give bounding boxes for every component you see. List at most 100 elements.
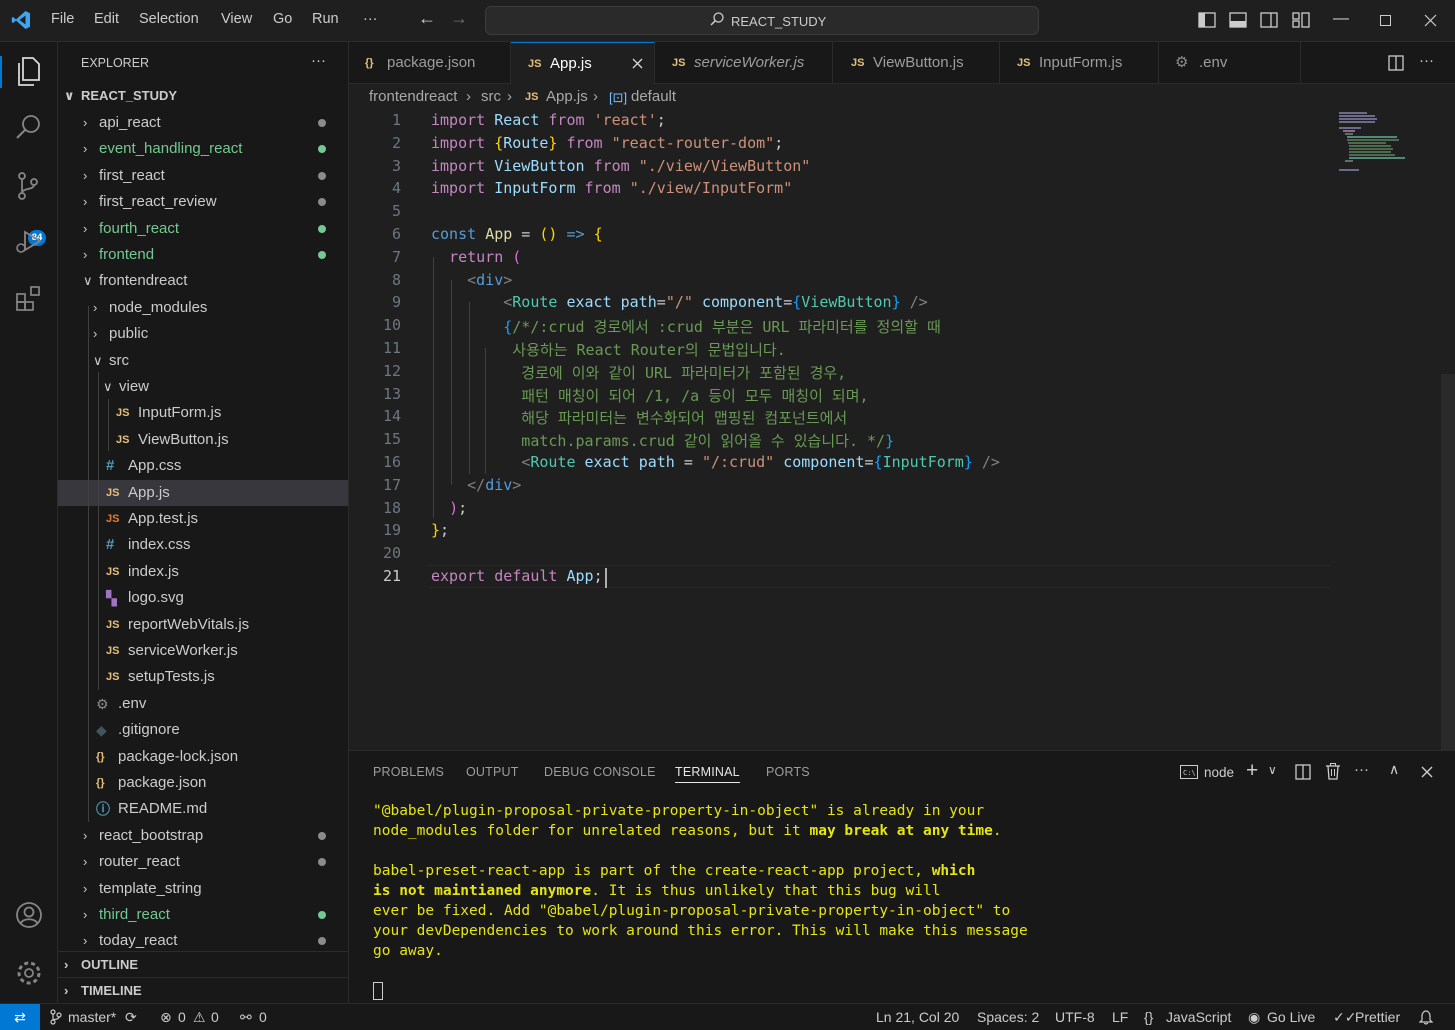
maximize-icon[interactable] [1380,15,1391,26]
end-of-line[interactable]: LF [1112,1009,1128,1025]
back-arrow-icon[interactable]: ← [418,8,436,29]
code-editor[interactable]: 1 2 3 4 5 6 7 8 9 10 11 12 13 14 15 16 17 18 19 20 21 import… [349,110,1455,750]
maximize-panel-icon[interactable]: ∧ [1389,761,1399,778]
panel-tab-terminal[interactable]: TERMINAL [675,765,740,783]
extensions-icon[interactable] [14,284,44,314]
tab-serviceworker-js[interactable]: JS serviceWorker.js [655,42,833,84]
folder-item[interactable]: › fourth_react [58,216,348,242]
cursor-position[interactable]: Ln 21, Col 20 [876,1009,959,1025]
file-item[interactable]: JS setupTests.js [58,664,348,690]
file-item[interactable]: JS ViewButton.js [58,427,348,453]
tab-inputform-js[interactable]: JS InputForm.js [1000,42,1159,84]
source-control-icon[interactable] [14,170,44,200]
errors-count[interactable]: 0 [178,1009,186,1025]
menu-file[interactable]: File [51,11,74,27]
timeline-section[interactable]: › TIMELINE [58,977,348,1003]
outline-section[interactable]: › OUTLINE [58,951,348,977]
close-tab-icon[interactable] [632,58,643,69]
file-item[interactable]: JS App.test.js [58,506,348,532]
minimize-icon[interactable]: — [1333,10,1349,28]
folder-item[interactable]: ∨ frontendreact [58,268,348,294]
tab-package-json[interactable]: {} package.json [349,42,511,84]
settings-gear-icon[interactable] [14,958,44,988]
notifications-bell-icon[interactable] [1419,1009,1433,1025]
folder-item[interactable]: › node_modules [58,295,348,321]
file-item[interactable]: {} package.json [58,770,348,796]
breadcrumb-sub[interactable]: src [481,88,501,105]
folder-item[interactable]: › template_string [58,876,348,902]
panel-tab-output[interactable]: OUTPUT [466,765,519,779]
editor-more-actions[interactable]: ··· [1419,52,1434,69]
terminal-name[interactable]: node [1204,765,1234,780]
warnings-count[interactable]: 0 [211,1009,219,1025]
explorer-more-actions[interactable]: ··· [311,52,326,69]
file-item[interactable]: JS index.js [58,559,348,585]
menu-selection[interactable]: Selection [139,11,199,27]
new-terminal-plus-icon[interactable]: + [1246,759,1258,783]
folder-item[interactable]: › react_bootstrap [58,823,348,849]
breadcrumb-symbol[interactable]: default [631,88,676,105]
explorer-files-icon[interactable] [14,54,44,86]
git-branch[interactable]: master* [68,1009,116,1025]
folder-item[interactable]: ∨ src [58,348,348,374]
folder-item[interactable]: › first_react_review [58,189,348,215]
menu-edit[interactable]: Edit [94,11,119,27]
go-live-button[interactable]: Go Live [1267,1009,1315,1025]
errors-icon[interactable]: ⊗ [160,1009,172,1026]
toggle-panel-icon[interactable] [1229,12,1247,28]
file-item[interactable]: JS App.js [58,480,348,506]
file-item[interactable]: JS reportWebVitals.js [58,612,348,638]
panel-more-actions[interactable]: ··· [1354,761,1369,778]
panel-tab-ports[interactable]: PORTS [766,765,810,779]
breadcrumb-file[interactable]: App.js [546,88,588,105]
run-debug-icon[interactable] [14,226,44,256]
encoding[interactable]: UTF-8 [1055,1009,1095,1025]
breadcrumb-folder[interactable]: frontendreact [369,88,457,105]
close-window-icon[interactable] [1424,14,1437,27]
file-item[interactable]: {} package-lock.json [58,744,348,770]
menu-more[interactable]: ··· [363,11,378,27]
workspace-root[interactable]: ∨ REACT_STUDY [58,83,348,109]
ports-count[interactable]: 0 [259,1009,267,1025]
file-item[interactable]: JS serviceWorker.js [58,638,348,664]
folder-item[interactable]: › api_react [58,110,348,136]
trash-icon[interactable] [1325,763,1341,780]
split-terminal-icon[interactable] [1295,764,1311,780]
customize-layout-icon[interactable] [1292,12,1310,28]
panel-tab-problems[interactable]: PROBLEMS [373,765,444,779]
file-item[interactable]: JS InputForm.js [58,400,348,426]
split-editor-icon[interactable] [1388,55,1404,71]
folder-item[interactable]: › frontend [58,242,348,268]
language-mode[interactable]: JavaScript [1166,1009,1231,1025]
folder-item[interactable]: › public [58,321,348,347]
folder-item[interactable]: › first_react [58,163,348,189]
vertical-scrollbar[interactable] [1441,374,1455,750]
panel-tab-debug-console[interactable]: DEBUG CONSOLE [544,765,656,779]
indentation[interactable]: Spaces: 2 [977,1009,1039,1025]
search-icon[interactable] [14,112,44,142]
file-item[interactable]: ▚ logo.svg [58,585,348,611]
folder-item[interactable]: ∨ view [58,374,348,400]
tab-viewbutton-js[interactable]: JS ViewButton.js [833,42,1000,84]
folder-item[interactable]: › event_handling_react [58,136,348,162]
ports-icon[interactable]: ⚯ [240,1009,252,1026]
file-item[interactable]: # index.css [58,532,348,558]
tab-app-js[interactable]: JS App.js [511,42,655,85]
menu-run[interactable]: Run [312,11,339,27]
file-item[interactable]: ⚙ .env [58,691,348,717]
menu-go[interactable]: Go [273,11,292,27]
command-center-search[interactable]: REACT_STUDY [485,6,1039,35]
warning-icon[interactable]: ⚠ [193,1009,206,1026]
toggle-primary-sidebar-icon[interactable] [1198,12,1216,28]
minimap[interactable] [1339,110,1439,750]
sync-icon[interactable]: ⟳ [125,1009,137,1026]
folder-item[interactable]: › router_react [58,849,348,875]
folder-item[interactable]: › third_react [58,902,348,928]
toggle-secondary-sidebar-icon[interactable] [1260,12,1278,28]
accounts-icon[interactable] [14,900,44,930]
menu-view[interactable]: View [221,11,252,27]
file-item[interactable]: # App.css [58,453,348,479]
file-item[interactable]: ◆ .gitignore [58,717,348,743]
remote-indicator-icon[interactable]: ⇄ [0,1004,40,1030]
tab-env[interactable]: ⚙ .env [1159,42,1301,84]
